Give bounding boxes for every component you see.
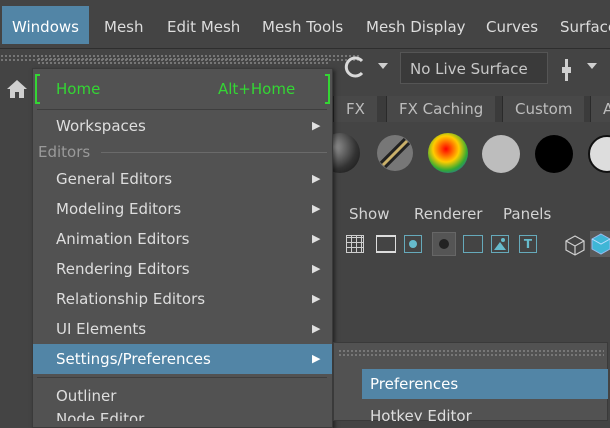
menu-curves[interactable]: Curves <box>486 6 538 44</box>
white-ball-icon[interactable] <box>482 135 520 173</box>
film-gate-icon[interactable] <box>376 235 396 253</box>
magnet-icon[interactable] <box>342 55 368 79</box>
shelf-tab-a[interactable]: A <box>590 96 610 122</box>
menu-item-ui-elements[interactable]: UI Elements ▶ <box>33 314 332 344</box>
menu-windows[interactable]: Windows <box>2 6 89 44</box>
submenu-item-hotkey-editor[interactable]: Hotkey Editor <box>362 405 608 421</box>
menu-edit-mesh[interactable]: Edit Mesh <box>167 6 240 44</box>
resolution-gate-icon[interactable] <box>404 235 422 253</box>
home-bracket-left <box>35 74 40 104</box>
panel-menu-show[interactable]: Show <box>349 205 389 223</box>
ui-elements-label: UI Elements <box>56 320 147 338</box>
shelf-tab-custom[interactable]: Custom <box>502 96 585 122</box>
section-header-editors: Editors <box>38 143 91 161</box>
modeling-editors-label: Modeling Editors <box>56 200 182 218</box>
panel-menu-bar: Show Renderer Panels <box>332 200 610 230</box>
submenu-arrow-icon: ▶ <box>312 232 321 245</box>
menu-item-outliner[interactable]: Outliner <box>33 381 332 411</box>
divider-icon <box>562 59 571 81</box>
shelf-tab-fx-caching[interactable]: FX Caching <box>386 96 496 122</box>
menu-mesh[interactable]: Mesh <box>104 6 144 44</box>
menu-divider <box>37 377 327 378</box>
panel-toolbar: T <box>332 230 610 261</box>
home-label: Home <box>56 80 101 98</box>
grid-icon[interactable] <box>346 235 364 253</box>
field-chart-icon[interactable] <box>463 235 483 253</box>
live-surface-field[interactable]: No Live Surface <box>400 52 548 84</box>
menu-item-partial[interactable]: Node Editor <box>33 411 332 421</box>
menu-item-relationship-editors[interactable]: Relationship Editors ▶ <box>33 284 332 314</box>
heatmap-ball-icon[interactable] <box>428 133 468 173</box>
wireframe-cube-icon[interactable] <box>564 234 586 256</box>
submenu-arrow-icon: ▶ <box>312 172 321 185</box>
gate-mask-icon[interactable] <box>432 232 456 256</box>
menu-mesh-display[interactable]: Mesh Display <box>366 6 466 44</box>
menu-item-rendering-editors[interactable]: Rendering Editors ▶ <box>33 254 332 284</box>
left-toolbox-strip <box>0 70 33 421</box>
panel-menu-panels[interactable]: Panels <box>503 205 551 223</box>
settings-preferences-label: Settings/Preferences <box>56 350 211 368</box>
outliner-label: Outliner <box>56 387 117 405</box>
submenu-item-preferences[interactable]: Preferences <box>362 369 608 399</box>
gray-ball-icon[interactable] <box>588 135 610 173</box>
menu-item-modeling-editors[interactable]: Modeling Editors ▶ <box>33 194 332 224</box>
submenu-arrow-icon: ▶ <box>312 322 321 335</box>
menu-mesh-tools[interactable]: Mesh Tools <box>262 6 343 44</box>
animation-editors-label: Animation Editors <box>56 230 190 248</box>
submenu-arrow-icon: ▶ <box>312 262 321 275</box>
general-editors-label: General Editors <box>56 170 173 188</box>
home-icon[interactable] <box>6 79 28 99</box>
smooth-shade-cube-icon[interactable] <box>590 231 610 257</box>
black-ball-icon[interactable] <box>535 135 573 173</box>
menu-surfaces[interactable]: Surfaces <box>560 6 610 44</box>
chevron-down-icon[interactable] <box>378 63 390 71</box>
shelf-tab-fx[interactable]: FX <box>333 96 377 122</box>
partial-item-label: Node Editor <box>56 411 145 421</box>
menu-item-animation-editors[interactable]: Animation Editors ▶ <box>33 224 332 254</box>
striped-ball-icon[interactable] <box>375 133 415 173</box>
hotkey-editor-label: Hotkey Editor <box>370 407 472 421</box>
menu-divider <box>37 109 327 110</box>
settings-preferences-submenu: Preferences Hotkey Editor <box>333 342 608 421</box>
menu-item-settings-preferences[interactable]: Settings/Preferences ▶ <box>33 344 332 374</box>
rendering-editors-label: Rendering Editors <box>56 260 190 278</box>
submenu-tear-off-handle[interactable] <box>338 349 604 357</box>
panel-menu-renderer[interactable]: Renderer <box>414 205 482 223</box>
relationship-editors-label: Relationship Editors <box>56 290 206 308</box>
safe-action-icon[interactable] <box>491 235 509 253</box>
menu-item-workspaces[interactable]: Workspaces ▶ <box>33 111 332 141</box>
menu-item-home[interactable]: Home Alt+Home <box>33 74 332 104</box>
home-bracket-right <box>325 74 330 104</box>
submenu-arrow-icon: ▶ <box>312 202 321 215</box>
windows-dropdown-menu: Home Alt+Home Workspaces ▶ Editors Gener… <box>32 57 333 428</box>
menu-item-general-editors[interactable]: General Editors ▶ <box>33 164 332 194</box>
home-shortcut: Alt+Home <box>218 80 296 98</box>
safe-title-icon[interactable]: T <box>519 235 537 253</box>
submenu-arrow-icon: ▶ <box>312 119 321 132</box>
main-menu-bar: Windows Mesh Edit Mesh Mesh Tools Mesh D… <box>0 0 610 49</box>
menu-tear-off-handle[interactable] <box>37 57 329 65</box>
chevron-down-icon[interactable] <box>587 63 599 71</box>
submenu-arrow-icon: ▶ <box>312 292 321 305</box>
submenu-arrow-icon: ▶ <box>312 352 321 365</box>
section-header-line <box>101 152 327 153</box>
workspaces-label: Workspaces <box>56 117 146 135</box>
